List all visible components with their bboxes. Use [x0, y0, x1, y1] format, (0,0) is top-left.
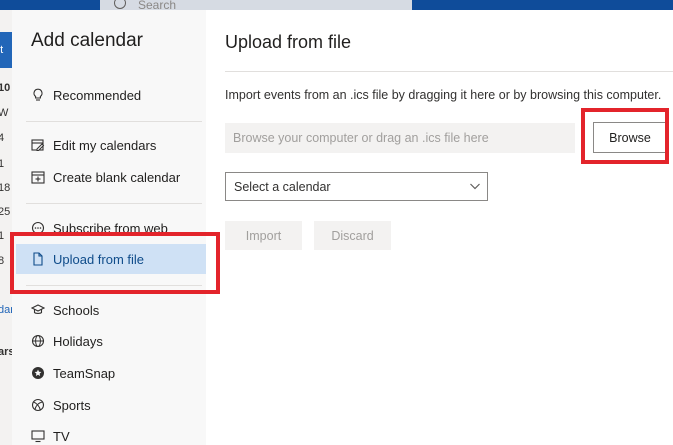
import-button[interactable]: Import: [225, 221, 302, 250]
sidebar-item-create-blank-calendar[interactable]: Create blank calendar: [16, 162, 206, 192]
background-calendar-tick: dar: [0, 304, 12, 316]
background-calendar-tick: ars: [0, 346, 12, 358]
sidebar-item-teamsnap[interactable]: TeamSnap: [16, 358, 206, 388]
background-calendar-tick: 8: [0, 255, 5, 267]
calendar-select-placeholder: Select a calendar: [234, 179, 331, 194]
file-drop-input[interactable]: Browse your computer or drag an .ics fil…: [225, 123, 575, 153]
edit-calendar-icon: [30, 137, 46, 153]
sidebar-item-label: Edit my calendars: [53, 137, 157, 153]
sidebar-item-tv[interactable]: TV: [16, 421, 206, 445]
main-panel: Upload from file Import events from an .…: [206, 10, 673, 445]
chevron-down-icon: [469, 180, 481, 192]
sidebar: Add calendar Recommended Edit my calenda…: [12, 10, 206, 445]
sidebar-item-label: Recommended: [53, 87, 142, 103]
sidebar-item-sports[interactable]: Sports: [16, 390, 206, 420]
background-search-placeholder: Search: [138, 0, 177, 10]
sports-ball-icon: [30, 397, 46, 413]
sidebar-item-recommended[interactable]: Recommended: [16, 80, 206, 110]
page-title: Upload from file: [225, 32, 352, 52]
globe-icon: [30, 333, 46, 349]
upload-highlight-box: [10, 232, 220, 294]
sidebar-item-label: Create blank calendar: [53, 169, 181, 185]
description-text: Import events from an .ics file by dragg…: [225, 88, 662, 102]
background-calendar-tick: 1: [0, 158, 5, 170]
title-divider: [225, 71, 673, 72]
sidebar-item-schools[interactable]: Schools: [16, 295, 206, 325]
background-left-column: nt 10 W 4 1 18 25 1 8 dar ars: [0, 10, 12, 445]
background-calendar-tick: 25: [0, 206, 11, 218]
calendar-select[interactable]: Select a calendar: [225, 172, 488, 201]
sidebar-divider: [26, 203, 202, 204]
background-search-box: Search: [100, 0, 412, 10]
browse-highlight-box: [581, 108, 669, 164]
sidebar-item-holidays[interactable]: Holidays: [16, 326, 206, 356]
calendar-add-icon: [30, 169, 46, 185]
sidebar-title: Add calendar: [31, 30, 143, 51]
background-calendar-tick: 4: [0, 132, 5, 144]
sidebar-item-label: Holidays: [53, 333, 103, 349]
file-input-placeholder: Browse your computer or drag an .ics fil…: [233, 131, 489, 145]
background-new-button: nt: [0, 32, 12, 68]
sidebar-divider: [26, 121, 202, 122]
background-calendar-tick: W: [0, 107, 9, 119]
teamsnap-icon: [30, 365, 46, 381]
discard-button[interactable]: Discard: [314, 221, 391, 250]
sidebar-item-label: Schools: [53, 302, 100, 318]
lightbulb-icon: [30, 87, 46, 103]
background-calendar-tick: 18: [0, 182, 11, 194]
background-calendar-tick: 1: [0, 230, 5, 242]
tv-icon: [30, 428, 46, 444]
graduation-cap-icon: [30, 302, 46, 318]
sidebar-item-label: Sports: [53, 397, 91, 413]
add-calendar-dialog: Add calendar Recommended Edit my calenda…: [12, 10, 673, 445]
sidebar-item-label: TV: [53, 428, 70, 444]
sidebar-item-edit-my-calendars[interactable]: Edit my calendars: [16, 130, 206, 160]
background-calendar-tick: 10: [0, 82, 11, 94]
sidebar-item-label: TeamSnap: [53, 365, 116, 381]
search-icon: [114, 0, 126, 9]
